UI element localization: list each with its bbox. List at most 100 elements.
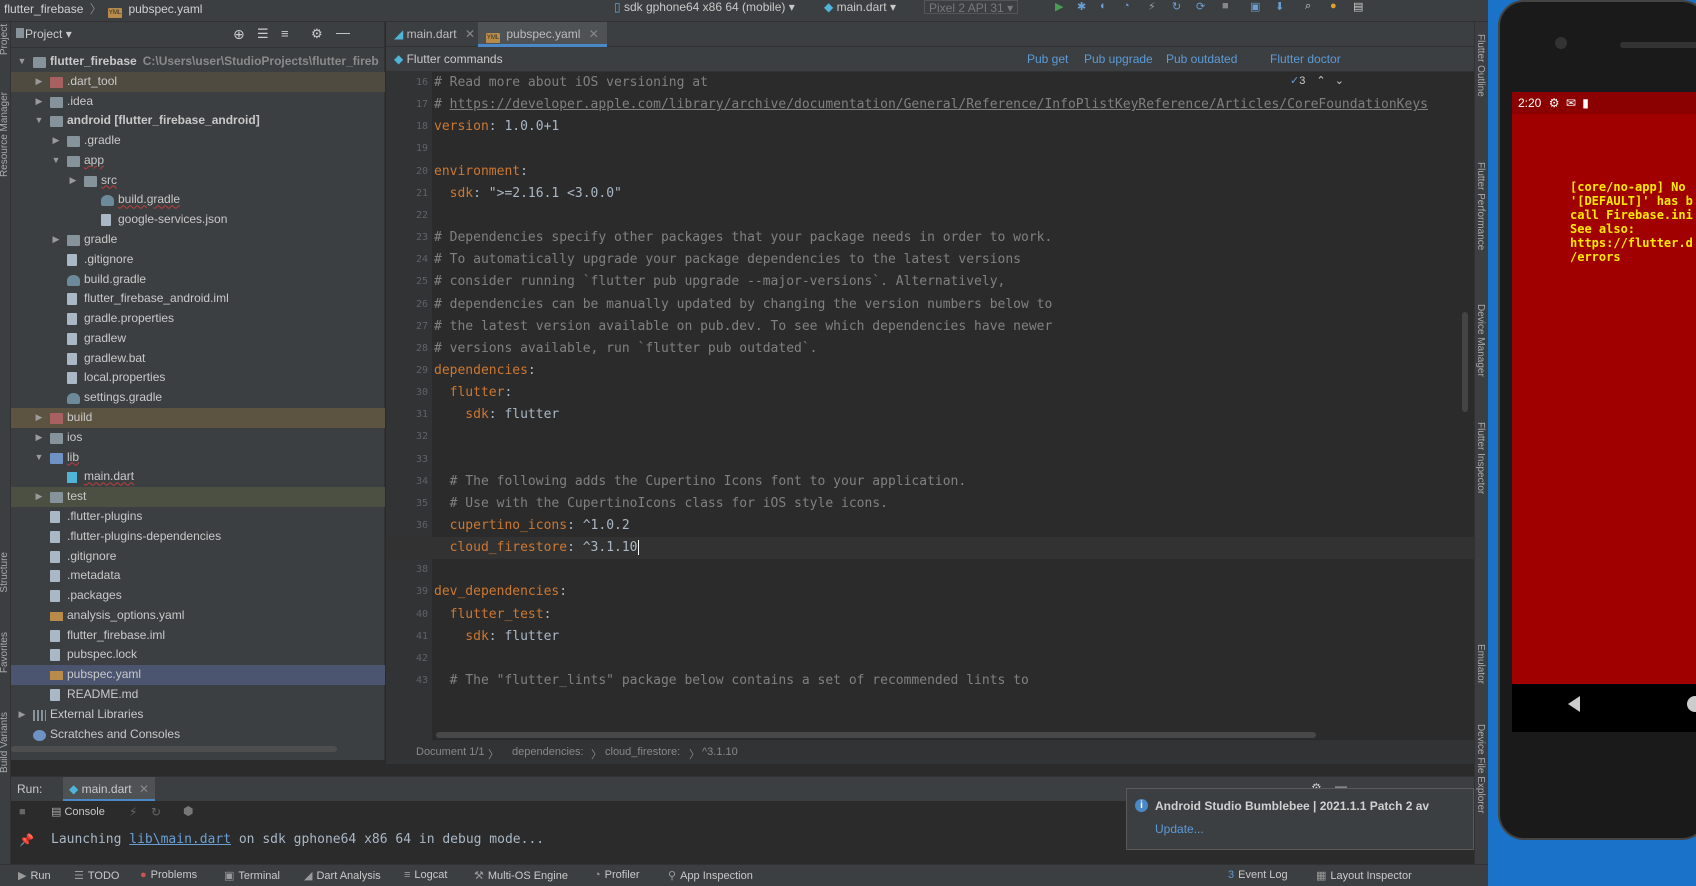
tree-item[interactable]: Scratches and Consoles <box>11 725 385 745</box>
flutter-doctor-link[interactable]: Flutter doctor <box>1270 52 1341 66</box>
code-line[interactable]: sdk: flutter <box>434 404 559 427</box>
close-icon[interactable]: ✕ <box>589 27 599 41</box>
emulator-tool-tab[interactable]: Emulator <box>1475 644 1486 684</box>
code-line[interactable]: flutter_test: <box>434 604 552 627</box>
stop-icon[interactable]: ■ <box>1222 0 1234 12</box>
pub-get-link[interactable]: Pub get <box>1027 52 1068 66</box>
devtools-icon[interactable]: ⬢ <box>183 804 193 818</box>
multi-os-engine-tool-button[interactable]: ⚒ Multi-OS Engine <box>474 869 568 882</box>
code-line[interactable]: # Read more about iOS versioning at <box>434 72 708 95</box>
layout-inspector-tool-button[interactable]: ▦ Layout Inspector <box>1316 869 1412 882</box>
search-icon[interactable]: ⌕ <box>1305 0 1317 12</box>
collapse-all-icon[interactable]: ≡ <box>281 26 289 41</box>
horizontal-scrollbar[interactable] <box>11 746 337 752</box>
terminal-tool-button[interactable]: ▣ Terminal <box>224 869 280 882</box>
chevron-right-icon[interactable]: ▶ <box>34 92 44 112</box>
code-line[interactable]: # dependencies can be manually updated b… <box>434 294 1052 317</box>
tree-item[interactable]: ▶ .gradle <box>11 131 385 151</box>
tree-item[interactable]: ▶ gradle <box>11 230 385 250</box>
tree-item[interactable]: pubspec.lock <box>11 645 385 665</box>
tree-item[interactable]: ▶ External Libraries <box>11 705 385 725</box>
close-icon[interactable]: ✕ <box>139 782 149 796</box>
breadcrumb-project[interactable]: flutter_firebase <box>4 2 83 16</box>
tree-item[interactable]: settings.gradle <box>11 388 385 408</box>
tree-item[interactable]: flutter_firebase_android.iml <box>11 289 385 309</box>
chevron-down-icon[interactable]: ▼ <box>34 111 44 131</box>
run-tab-main-dart[interactable]: ◆ main.dart ✕ <box>63 777 156 801</box>
code-line[interactable]: dev_dependencies: <box>434 581 567 604</box>
chevron-right-icon[interactable]: ▶ <box>34 72 44 92</box>
code-line[interactable]: # The "flutter_lints" package below cont… <box>434 670 1029 693</box>
inspection-widget[interactable]: ✓3 ⌃ ⌄ <box>1290 74 1344 87</box>
attach-debugger-icon[interactable]: ◐ <box>1100 0 1112 12</box>
device-manager-tool-tab[interactable]: Device Manager <box>1475 304 1486 377</box>
tree-item[interactable]: README.md <box>11 685 385 705</box>
tree-item[interactable]: ▶ src <box>11 171 385 191</box>
locate-file-icon[interactable]: ⊕ <box>233 26 245 43</box>
user-icon[interactable]: ▤ <box>1353 0 1365 13</box>
logcat-tool-button[interactable]: ≡ Logcat <box>404 869 447 881</box>
flutter-performance-tool-tab[interactable]: Flutter Performance <box>1475 162 1486 250</box>
code-line[interactable]: # Use with the CupertinoIcons class for … <box>434 493 888 516</box>
tree-item[interactable]: ▶ ios <box>11 428 385 448</box>
device-selector[interactable]: ▯ sdk gphone64 x86 64 (mobile) ▾ <box>610 0 799 14</box>
status-crumb[interactable]: Document 1/1 <box>416 746 484 758</box>
run-config-selector[interactable]: ◆ main.dart ▾ <box>820 0 900 14</box>
sdk-manager-icon[interactable]: ⬇ <box>1275 0 1287 13</box>
tree-item[interactable]: ▶ test <box>11 487 385 507</box>
tree-item[interactable]: gradlew <box>11 329 385 349</box>
update-link[interactable]: Update... <box>1155 822 1204 836</box>
tab-main-dart[interactable]: ◢ main.dart ✕ <box>386 22 483 47</box>
dart-analysis-tool-button[interactable]: ◢ Dart Analysis <box>304 869 381 882</box>
hot-reload-icon[interactable]: ⚡ <box>129 805 137 819</box>
hide-panel-icon[interactable]: — <box>336 24 350 40</box>
code-line[interactable]: dependencies: <box>434 360 536 383</box>
code-line[interactable]: # the latest version available on pub.de… <box>434 316 1052 339</box>
code-line[interactable]: sdk: ">=2.16.1 <3.0.0" <box>434 183 622 206</box>
code-line[interactable]: version: 1.0.0+1 <box>434 116 559 139</box>
debug-icon[interactable]: ✱ <box>1077 0 1089 13</box>
home-icon[interactable] <box>1687 696 1696 712</box>
tree-item[interactable]: ▶ build <box>11 408 385 428</box>
status-crumb[interactable]: cloud_firestore: <box>605 746 680 758</box>
code-line[interactable]: cupertino_icons: ^1.0.2 <box>434 515 630 538</box>
pin-icon[interactable]: 📌 <box>19 833 34 847</box>
tree-item[interactable]: ▼ lib <box>11 448 385 468</box>
code-line[interactable]: cloud_firestore: ^3.1.10 <box>434 537 639 560</box>
tree-item[interactable]: pubspec.yaml <box>11 665 385 685</box>
todo-tool-button[interactable]: ☰ TODO <box>74 869 119 882</box>
flutter-inspector-tool-tab[interactable]: Flutter Inspector <box>1475 422 1486 494</box>
pub-outdated-link[interactable]: Pub outdated <box>1166 52 1237 66</box>
chevron-down-icon[interactable]: ▼ <box>34 448 44 468</box>
code-line[interactable]: # consider running `flutter pub upgrade … <box>434 271 1005 294</box>
chevron-up-icon[interactable]: ⌃ <box>1316 75 1325 87</box>
structure-tool-tab[interactable]: Structure <box>0 552 10 593</box>
console-tab[interactable]: ▤ Console <box>51 805 105 818</box>
chevron-right-icon[interactable]: ▶ <box>34 487 44 507</box>
tree-item[interactable]: .flutter-plugins-dependencies <box>11 527 385 547</box>
status-crumb[interactable]: ^3.1.10 <box>702 746 738 758</box>
stop-icon[interactable]: ■ <box>19 806 26 818</box>
back-icon[interactable] <box>1568 696 1580 712</box>
code-line[interactable]: environment: <box>434 161 528 184</box>
hot-reload-icon[interactable]: ⚡ <box>1148 0 1160 13</box>
tree-item[interactable]: main.dart <box>11 467 385 487</box>
hot-restart-icon[interactable]: ↻ <box>1172 0 1184 13</box>
code-line[interactable]: # Dependencies specify other packages th… <box>434 227 1052 250</box>
tree-item[interactable]: ▼ app <box>11 151 385 171</box>
code-line[interactable]: # To automatically upgrade your package … <box>434 249 1021 272</box>
horizontal-scrollbar[interactable] <box>436 732 1316 738</box>
chevron-right-icon[interactable]: ▶ <box>34 408 44 428</box>
event-log-tool-button[interactable]: 3 Event Log <box>1228 869 1288 881</box>
project-view-selector[interactable]: Project ▾ <box>25 27 72 41</box>
hot-restart-icon[interactable]: ↻ <box>151 805 161 819</box>
chevron-right-icon[interactable]: ▶ <box>17 705 27 725</box>
code-line[interactable]: sdk: flutter <box>434 626 559 649</box>
run-tool-button[interactable]: ▶ Run <box>18 869 51 882</box>
profile-icon[interactable]: ◔ <box>1123 0 1135 12</box>
code-line[interactable]: flutter: <box>434 382 513 405</box>
chevron-down-icon[interactable]: ▼ <box>17 52 27 72</box>
tree-item[interactable]: .flutter-plugins <box>11 507 385 527</box>
tree-item[interactable]: build.gradle <box>11 270 385 290</box>
gear-icon[interactable]: ⚙ <box>311 26 323 42</box>
